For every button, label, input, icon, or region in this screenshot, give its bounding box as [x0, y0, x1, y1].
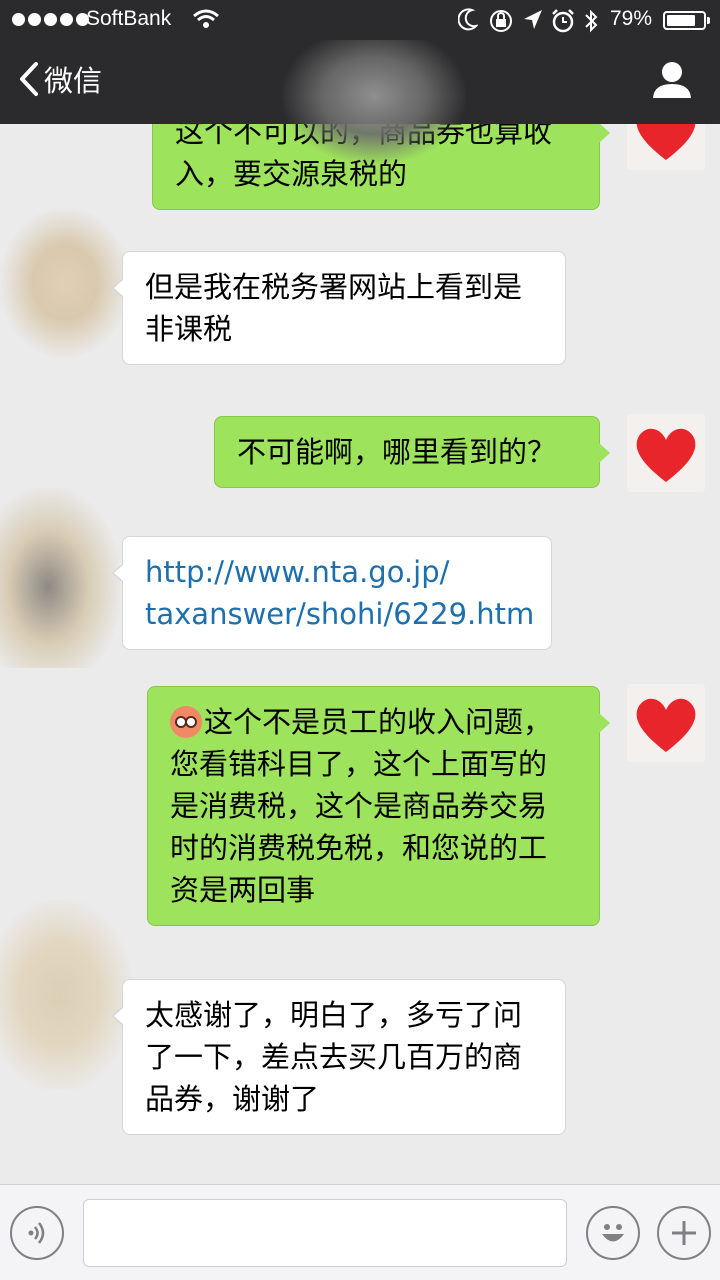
- blurred-avatar[interactable]: [0, 900, 132, 1090]
- blurred-avatar[interactable]: [0, 208, 130, 358]
- blushing-face-emoji: [170, 706, 202, 738]
- heart-avatar[interactable]: [627, 414, 705, 492]
- contact-profile-button[interactable]: [650, 60, 694, 104]
- back-button[interactable]: 微信: [18, 58, 102, 100]
- voice-input-icon: [28, 1222, 45, 1244]
- status-bar: SoftBank 79%: [0, 0, 720, 40]
- moon-icon: [458, 8, 478, 31]
- rotation-lock-icon: [490, 10, 512, 32]
- message-bubble-outgoing[interactable]: 这个不是员工的收入问题， 您看错科目了，这个上面写的 是消费税，这个是商品券交易…: [147, 686, 610, 926]
- emoji-smiley-icon: [602, 1224, 624, 1242]
- back-label: 微信: [44, 64, 103, 98]
- carrier-name: SoftBank: [86, 7, 172, 30]
- top-bar: SoftBank 79% 微信: [0, 0, 720, 164]
- alarm-icon: [552, 9, 574, 33]
- message-link[interactable]: http://www.nta.go.jp/ taxanswer/shohi/62…: [145, 551, 534, 635]
- message-bubble-incoming[interactable]: http://www.nta.go.jp/ taxanswer/shohi/62…: [112, 536, 552, 650]
- bluetooth-icon: [585, 9, 598, 33]
- contact-profile-icon: [653, 62, 691, 98]
- blurred-avatar[interactable]: [0, 488, 120, 668]
- navigation-bar: 微信: [0, 40, 720, 164]
- heart-avatar[interactable]: [627, 684, 705, 762]
- chat-message-list[interactable]: 这个不可以的，商品券也算收 入，要交源泉税的 但是我在税务署网站上看到是 非课税…: [0, 124, 720, 1184]
- message-bubble-incoming[interactable]: 太感谢了，明白了，多亏了问 了一下，差点去买几百万的商 品券，谢谢了: [112, 979, 566, 1135]
- voice-input-button[interactable]: [10, 1206, 64, 1260]
- plus-icon: [672, 1221, 696, 1245]
- message-text-body: 这个不是员工的收入问题， 您看错科目了，这个上面写的 是消费税，这个是商品券交易…: [170, 705, 553, 907]
- message-bubble-outgoing[interactable]: 不可能啊，哪里看到的？: [214, 416, 610, 488]
- battery-icon: [663, 11, 710, 30]
- heart-avatar[interactable]: [627, 124, 705, 170]
- battery-percent: 79%: [610, 7, 653, 30]
- location-arrow-icon: [524, 10, 542, 29]
- battery-fill: [667, 15, 695, 26]
- message-text: 不可能啊，哪里看到的？: [237, 435, 557, 469]
- signal-dots-icon: [12, 13, 89, 26]
- wifi-icon: [193, 9, 219, 28]
- message-input[interactable]: [83, 1199, 567, 1267]
- emoji-button[interactable]: [586, 1206, 640, 1260]
- chevron-left-icon: [20, 62, 38, 96]
- message-bubble-incoming[interactable]: 但是我在税务署网站上看到是 非课税: [112, 251, 566, 365]
- message-text: 这个不是员工的收入问题， 您看错科目了，这个上面写的 是消费税，这个是商品券交易…: [170, 701, 577, 911]
- plus-button[interactable]: [657, 1206, 711, 1260]
- message-text: 但是我在税务署网站上看到是 非课税: [145, 270, 523, 346]
- input-toolbar: [0, 1184, 720, 1280]
- redacted-title: [282, 40, 466, 164]
- message-text: 太感谢了，明白了，多亏了问 了一下，差点去买几百万的商 品券，谢谢了: [145, 998, 523, 1116]
